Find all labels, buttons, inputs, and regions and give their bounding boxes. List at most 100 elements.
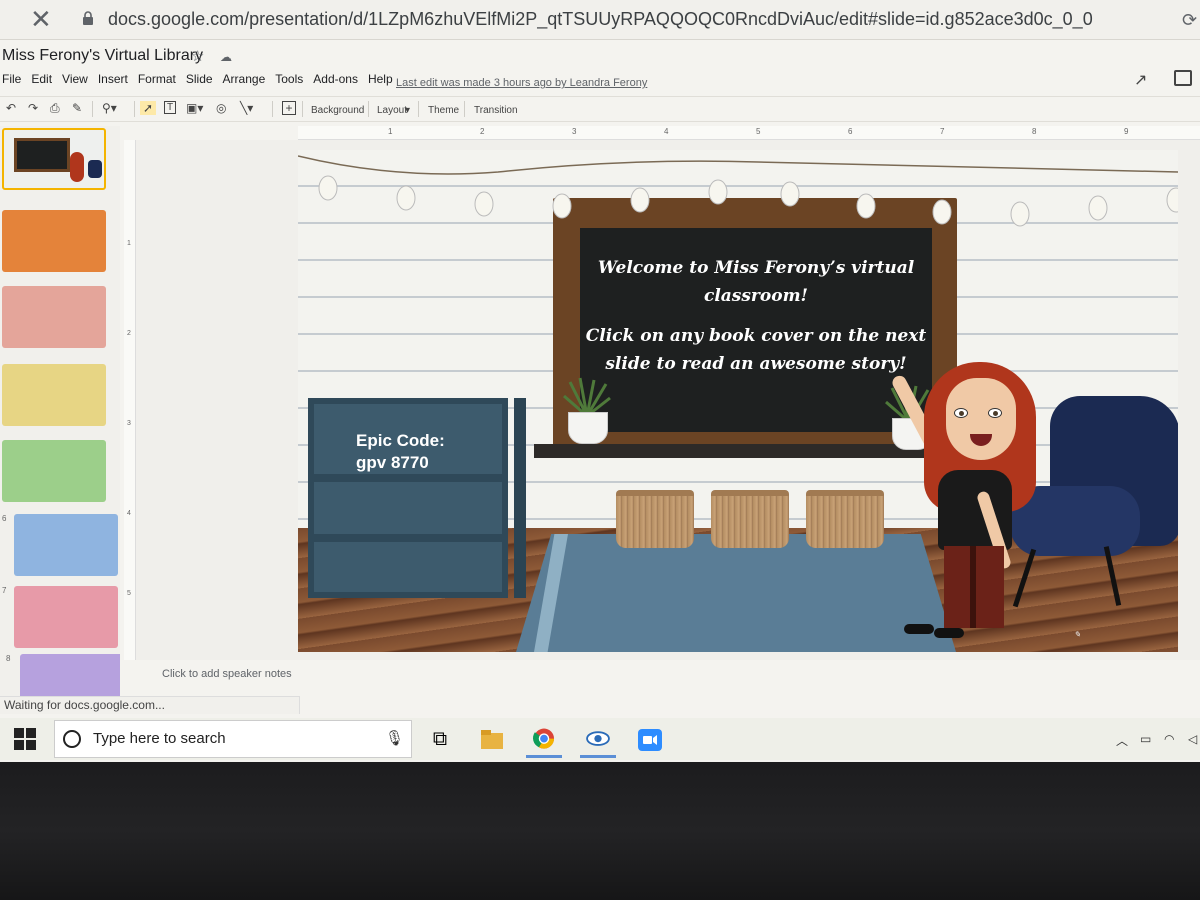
plant-pot (568, 412, 608, 444)
battery-icon[interactable]: ▭ (1140, 732, 1151, 746)
bookcase-shelf (308, 534, 508, 542)
menu-addons[interactable]: Add-ons (313, 72, 358, 90)
chrome-icon[interactable] (526, 724, 562, 758)
line-icon[interactable]: ╲▾ (240, 101, 253, 115)
rug (516, 534, 956, 652)
bookcase[interactable] (308, 398, 526, 598)
volume-icon[interactable]: ◁ (1188, 732, 1197, 746)
text-box-icon[interactable]: T (164, 101, 177, 114)
chalkboard-text[interactable]: Welcome to Miss Ferony’s virtual classro… (580, 254, 932, 390)
epic-code-text[interactable]: Epic Code: gpv 8770 (356, 430, 445, 474)
toolbar-separator (418, 101, 419, 117)
comment-icon[interactable] (1174, 70, 1192, 86)
teacher-shoe (904, 624, 934, 634)
slide-number: 7 (2, 586, 7, 595)
taskbar-search[interactable]: Type here to search 🎙 (54, 720, 412, 758)
activity-trend-icon[interactable]: ↗ (1134, 70, 1147, 90)
menu-format[interactable]: Format (138, 72, 176, 90)
reload-icon[interactable]: ⟳ (1182, 10, 1197, 31)
taskbar-search-placeholder: Type here to search (93, 730, 226, 747)
toolbar-separator (464, 101, 465, 117)
lock-icon (83, 11, 93, 25)
menu-help[interactable]: Help (368, 72, 393, 90)
menu-file[interactable]: File (2, 72, 21, 90)
layout-dropdown-icon[interactable]: ▾ (405, 105, 410, 116)
screen: ✕ docs.google.com/presentation/d/1LZpM6z… (0, 0, 1200, 762)
slide-thumbnail[interactable] (2, 128, 106, 190)
toolbar-separator (368, 101, 369, 117)
cloud-status-icon[interactable]: ☁ (220, 50, 232, 64)
shape-icon[interactable]: ◎ (216, 101, 226, 115)
layout-button[interactable]: Layout (377, 105, 407, 116)
menu-insert[interactable]: Insert (98, 72, 128, 90)
ruler-label: 7 (940, 127, 945, 136)
add-comment-icon[interactable]: + (282, 101, 296, 115)
ruler-label: 4 (127, 510, 131, 517)
status-bar: Waiting for docs.google.com... (0, 696, 300, 714)
select-cursor-icon[interactable]: ➚ (140, 101, 157, 115)
artist-signature: ✎ (1074, 630, 1081, 639)
basket (806, 490, 884, 548)
menu-arrange[interactable]: Arrange (223, 72, 266, 90)
ruler-label: 2 (480, 127, 485, 136)
paint-format-icon[interactable]: ✎ (72, 101, 82, 115)
instruction-text: Click on any book cover on the next slid… (585, 326, 927, 374)
file-explorer-icon[interactable] (474, 724, 510, 758)
task-view-icon[interactable]: ⧉ (422, 724, 458, 758)
toolbar-separator (134, 101, 135, 117)
ruler-label: 4 (664, 127, 669, 136)
speaker-notes[interactable]: Click to add speaker notes (162, 668, 292, 680)
toolbar-separator (272, 101, 273, 117)
ruler-label: 2 (127, 330, 131, 337)
slide-thumbnail[interactable] (14, 514, 118, 576)
menu-view[interactable]: View (62, 72, 88, 90)
document-title[interactable]: Miss Ferony's Virtual Library (2, 47, 203, 65)
microphone-icon[interactable]: 🎙 (385, 729, 404, 747)
ruler-label: 1 (127, 240, 131, 247)
print-icon[interactable]: ⎙ (50, 101, 60, 116)
theme-button[interactable]: Theme (428, 105, 459, 116)
teacher-face (946, 378, 1016, 460)
wifi-icon[interactable]: ◠ (1164, 732, 1174, 746)
last-edit-link[interactable]: Last edit was made 3 hours ago by Leandr… (396, 77, 647, 89)
horizontal-ruler: 1 2 3 4 5 6 7 8 9 (298, 126, 1200, 140)
tray-chevron-icon[interactable]: ︿ (1116, 732, 1128, 749)
redo-icon[interactable]: ↷ (28, 101, 38, 115)
menu-slide[interactable]: Slide (186, 72, 213, 90)
epic-code-label: Epic Code: (356, 431, 445, 450)
plant-leaves-icon (563, 377, 611, 416)
zoom-app-icon[interactable] (632, 724, 668, 758)
slide-canvas[interactable]: Welcome to Miss Ferony’s virtual classro… (298, 150, 1178, 652)
teacher-legs (944, 546, 1004, 628)
ruler-label: 3 (572, 127, 577, 136)
slide-thumbnail[interactable] (20, 654, 120, 696)
slide-number: 8 (6, 654, 11, 663)
slide-thumbnail[interactable] (14, 586, 118, 648)
zoom-icon[interactable]: ⚲▾ (102, 101, 117, 115)
background-button[interactable]: Background (311, 105, 364, 116)
url-field[interactable]: docs.google.com/presentation/d/1LZpM6zhu… (108, 9, 1093, 30)
transition-button[interactable]: Transition (474, 105, 518, 116)
ruler-label: 8 (1032, 127, 1037, 136)
ruler-label: 9 (1124, 127, 1129, 136)
teacher-shoe (934, 628, 964, 638)
stop-loading-icon[interactable]: ✕ (30, 6, 52, 32)
slide-thumbnail[interactable] (2, 286, 106, 348)
undo-icon[interactable]: ↶ (6, 101, 16, 115)
teacher-eye (988, 408, 1002, 418)
star-icon[interactable]: ☆ (191, 47, 204, 65)
laptop-bezel (0, 762, 1200, 900)
ruler-label: 1 (388, 127, 393, 136)
menu-bar: File Edit View Insert Format Slide Arran… (2, 72, 403, 90)
insert-image-icon[interactable]: ▣▾ (186, 101, 203, 115)
slide-thumbnail[interactable] (2, 210, 106, 272)
menu-edit[interactable]: Edit (31, 72, 52, 90)
ruler-label: 3 (127, 420, 131, 427)
windows-start-icon[interactable] (14, 728, 36, 750)
slide-thumbnail[interactable] (2, 364, 106, 426)
menu-tools[interactable]: Tools (275, 72, 303, 90)
bookcase-shelf (308, 474, 508, 482)
toolbar-separator (302, 101, 303, 117)
eye-app-icon[interactable] (580, 724, 616, 758)
slide-thumbnail[interactable] (2, 440, 106, 502)
